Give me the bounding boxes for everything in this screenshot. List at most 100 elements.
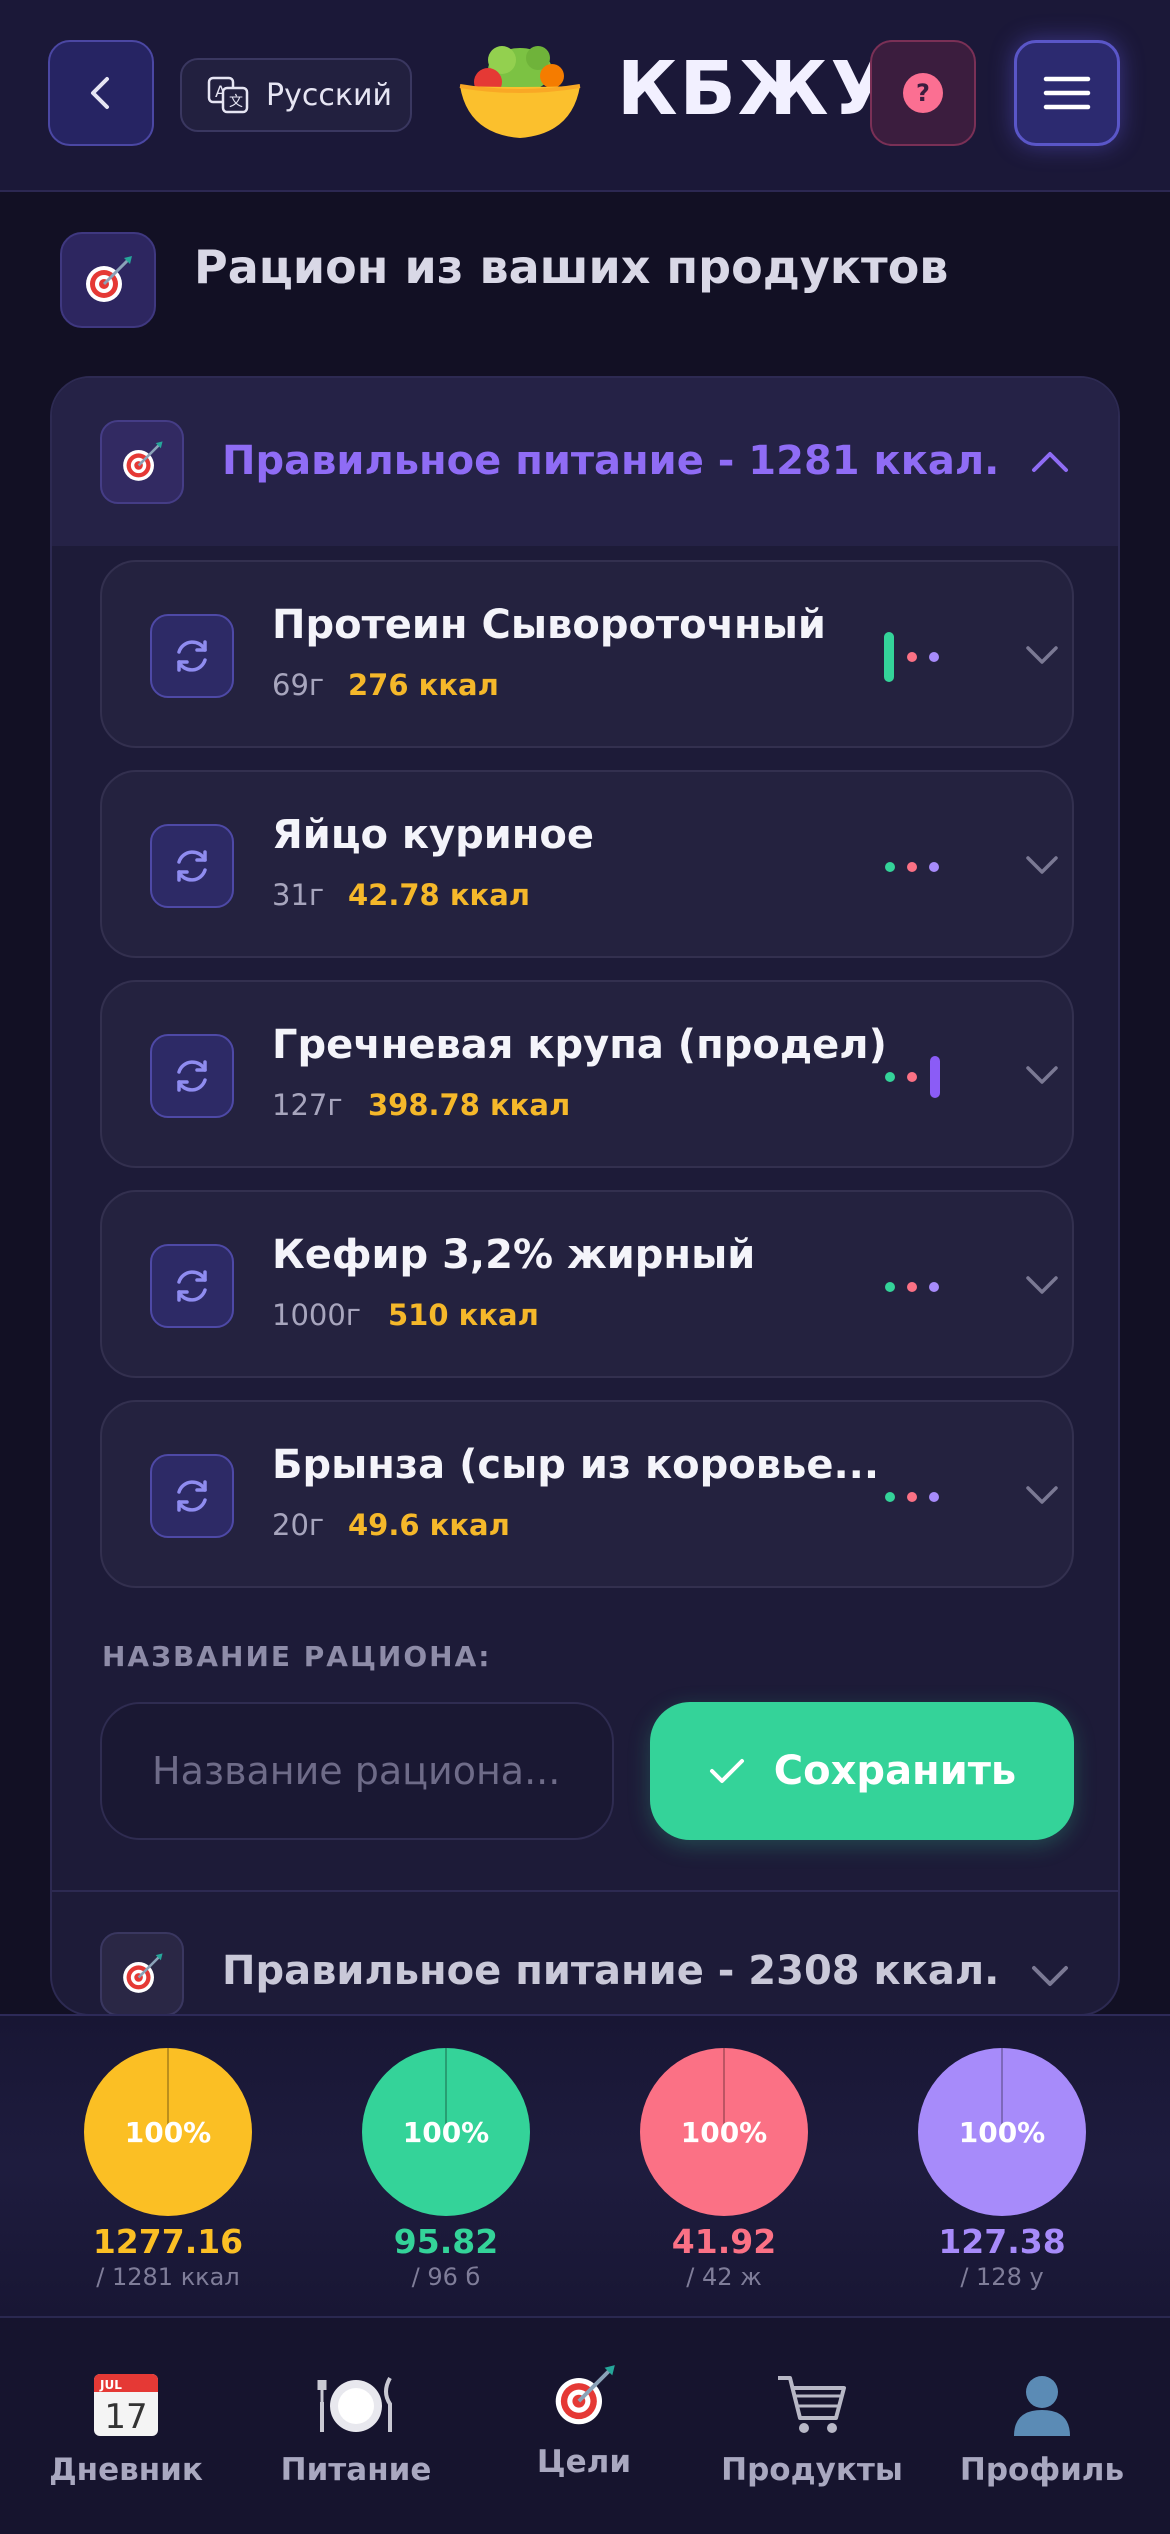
chevron-down-icon <box>1032 1966 1068 1986</box>
logo-text: КБЖУ <box>617 46 890 132</box>
target-icon <box>60 232 156 328</box>
diet-title: Правильное питание - 1281 ккал. <box>222 438 1000 484</box>
macro-dots-indicator <box>885 1282 939 1292</box>
profile-icon <box>1014 2376 1070 2436</box>
chevron-down-icon[interactable] <box>1022 638 1062 674</box>
refresh-icon <box>177 1270 207 1302</box>
language-label: Русский <box>266 77 392 113</box>
protein-target: / 96 б <box>411 2263 481 2291</box>
svg-text:文: 文 <box>229 94 243 110</box>
plate-icon <box>317 2377 392 2432</box>
carbs-summary: 100% 127.38 / 128 у <box>902 2048 1102 2291</box>
diet-item[interactable]: Протеин Сывороточный 69г 276 ккал <box>100 560 1074 748</box>
calendar-icon: JUL 17 <box>94 2374 158 2437</box>
save-button[interactable]: Сохранить <box>650 1702 1074 1840</box>
chevron-up-icon <box>1032 452 1068 472</box>
target-icon <box>100 1932 184 2014</box>
diet-title: Правильное питание - 2308 ккал. <box>222 1948 1000 1994</box>
diet-header[interactable]: Правильное питание - 1281 ккал. <box>52 378 1118 546</box>
fat-value: 41.92 <box>671 2222 777 2261</box>
calendar-month: JUL <box>99 2378 122 2392</box>
swap-button[interactable] <box>150 1244 234 1328</box>
section-title: Рацион из ваших продуктов <box>194 240 949 294</box>
product-kcal: 398.78 ккал <box>368 1088 571 1122</box>
macro-dots-indicator <box>885 862 939 872</box>
product-name: Протеин Сывороточный <box>272 602 826 648</box>
nav-nutrition[interactable]: Питание <box>256 2362 456 2488</box>
diet-item[interactable]: Кефир 3,2% жирный 1000г 510 ккал <box>100 1190 1074 1378</box>
product-kcal: 42.78 ккал <box>348 878 531 912</box>
carbs-value: 127.38 <box>938 2222 1066 2261</box>
carbs-progress-circle: 100% <box>918 2048 1086 2216</box>
refresh-icon <box>177 640 207 672</box>
product-grams: 20г <box>272 1508 325 1542</box>
product-grams: 1000г <box>272 1298 362 1332</box>
carbs-percent: 100% <box>958 2115 1046 2149</box>
chevron-down-icon[interactable] <box>1022 1058 1062 1094</box>
translate-icon: A 文 <box>207 76 249 114</box>
refresh-icon <box>177 850 207 882</box>
calories-target: / 1281 ккал <box>96 2263 240 2291</box>
calories-summary: 100% 1277.16 / 1281 ккал <box>68 2048 268 2291</box>
target-icon <box>555 2365 615 2425</box>
chevron-down-icon[interactable] <box>1022 1478 1062 1514</box>
product-name: Брынза (сыр из коровье... <box>272 1442 880 1488</box>
product-name: Гречневая крупа (продел) <box>272 1022 887 1068</box>
product-name: Яйцо куриное <box>272 812 595 858</box>
carbs-target: / 128 у <box>960 2263 1044 2291</box>
nav-label: Дневник <box>49 2452 203 2488</box>
swap-button[interactable] <box>150 1454 234 1538</box>
product-kcal: 49.6 ккал <box>348 1508 510 1542</box>
save-button-label: Сохранить <box>773 1748 1017 1794</box>
protein-value: 95.82 <box>393 2222 499 2261</box>
hamburger-icon <box>1043 76 1091 110</box>
fat-percent: 100% <box>680 2115 768 2149</box>
svg-text:?: ? <box>916 79 930 107</box>
product-grams: 31г <box>272 878 325 912</box>
swap-button[interactable] <box>150 824 234 908</box>
nav-profile[interactable]: Профиль <box>942 2362 1142 2488</box>
diet-item[interactable]: Гречневая крупа (продел) 127г 398.78 кка… <box>100 980 1074 1168</box>
nav-products[interactable]: Продукты <box>712 2362 912 2488</box>
product-kcal: 510 ккал <box>388 1298 539 1332</box>
protein-summary: 100% 95.82 / 96 б <box>346 2048 546 2291</box>
diet-item[interactable]: Брынза (сыр из коровье... 20г 49.6 ккал <box>100 1400 1074 1588</box>
nav-label: Цели <box>536 2444 632 2480</box>
diet-header-collapsed[interactable]: Правильное питание - 2308 ккал. <box>52 1890 1118 2014</box>
target-icon <box>100 420 184 504</box>
product-kcal: 276 ккал <box>348 668 499 702</box>
help-button[interactable]: ? <box>870 40 976 146</box>
nav-goals[interactable]: Цели <box>484 2354 684 2480</box>
calendar-day: 17 <box>104 2397 147 2437</box>
refresh-icon <box>177 1060 207 1092</box>
fat-target: / 42 ж <box>686 2263 762 2291</box>
question-icon: ? <box>903 73 943 113</box>
macro-summary: 100% 1277.16 / 1281 ккал 100% 95.82 / 96… <box>0 2014 1170 2318</box>
diet-name-label: НАЗВАНИЕ РАЦИОНА: <box>102 1640 492 1673</box>
nav-diary[interactable]: JUL 17 Дневник <box>26 2362 226 2488</box>
chevron-down-icon[interactable] <box>1022 1268 1062 1304</box>
app-header: A 文 Русский КБЖУ ? <box>0 0 1170 192</box>
diet-name-input[interactable] <box>100 1702 614 1840</box>
back-button[interactable] <box>48 40 154 146</box>
nav-label: Продукты <box>721 2452 903 2488</box>
protein-progress-circle: 100% <box>362 2048 530 2216</box>
macro-dots-indicator <box>884 632 939 682</box>
nav-label: Питание <box>280 2452 432 2488</box>
chevron-down-icon[interactable] <box>1022 848 1062 884</box>
diet-item[interactable]: Яйцо куриное 31г 42.78 ккал <box>100 770 1074 958</box>
swap-button[interactable] <box>150 614 234 698</box>
language-selector[interactable]: A 文 Русский <box>180 58 412 132</box>
protein-percent: 100% <box>402 2115 490 2149</box>
fat-progress-circle: 100% <box>640 2048 808 2216</box>
bottom-nav: JUL 17 Дневник Питание Цели Продукты Про… <box>0 2316 1170 2534</box>
product-name: Кефир 3,2% жирный <box>272 1232 756 1278</box>
macro-dots-indicator <box>885 1056 940 1098</box>
macro-dots-indicator <box>885 1492 939 1502</box>
checkmark-icon <box>709 1759 744 1783</box>
diet-card: Правильное питание - 1281 ккал. Протеин … <box>50 376 1120 2016</box>
swap-button[interactable] <box>150 1034 234 1118</box>
product-grams: 69г <box>272 668 325 702</box>
menu-button[interactable] <box>1014 40 1120 146</box>
chevron-left-icon <box>91 77 109 109</box>
